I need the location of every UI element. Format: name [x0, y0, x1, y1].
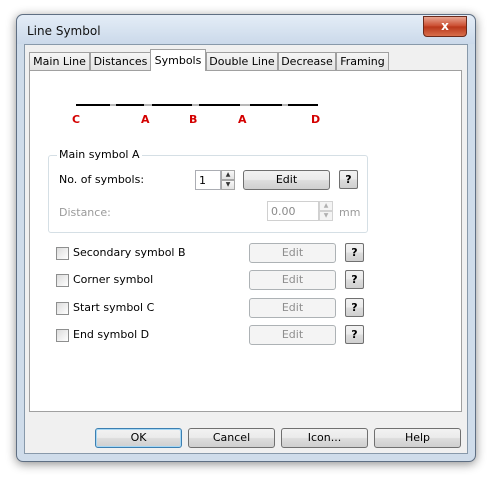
tab-main-line[interactable]: Main Line — [29, 52, 90, 70]
spin-down-arrow-icon[interactable]: ▼ — [319, 211, 333, 221]
diagram-label-a: A — [238, 113, 247, 126]
diagram-label-c: C — [72, 113, 81, 126]
secondary-symbol-checkbox[interactable] — [56, 247, 69, 260]
dialog-client-area: Main Line Distances Symbols Double Line … — [24, 44, 468, 454]
tab-distances[interactable]: Distances — [90, 52, 151, 70]
corner-symbol-edit-button[interactable]: Edit — [249, 270, 336, 290]
tab-double-line[interactable]: Double Line — [206, 52, 278, 70]
symbols-tab-panel: C A B A D Main symbol A No. of symbols: … — [29, 70, 462, 412]
cancel-button[interactable]: Cancel — [188, 428, 275, 448]
symbol-count-input[interactable] — [196, 171, 220, 189]
distance-field[interactable]: ▲ ▼ — [267, 201, 333, 221]
tab-decrease[interactable]: Decrease — [278, 52, 336, 70]
end-symbol-label: End symbol D — [73, 328, 150, 341]
secondary-symbol-edit-button[interactable]: Edit — [249, 243, 336, 263]
symbol-count-spinner[interactable]: ▲ ▼ — [221, 170, 235, 190]
main-symbol-edit-button[interactable]: Edit — [243, 170, 330, 190]
start-symbol-help-button[interactable]: ? — [345, 298, 364, 317]
window-title: Line Symbol — [27, 24, 101, 38]
main-symbol-help-button[interactable]: ? — [339, 170, 358, 189]
help-button[interactable]: Help — [374, 428, 461, 448]
start-symbol-label: Start symbol C — [73, 301, 155, 314]
group-title: Main symbol A — [57, 148, 142, 161]
line-symbol-dialog: Line Symbol x Main Line Distances Symbol… — [16, 14, 476, 462]
tab-framing[interactable]: Framing — [336, 52, 389, 70]
start-symbol-checkbox[interactable] — [56, 302, 69, 315]
spin-up-arrow-icon[interactable]: ▲ — [319, 201, 333, 211]
secondary-symbol-help-button[interactable]: ? — [345, 243, 364, 262]
close-button[interactable]: x — [423, 16, 467, 37]
symbol-count-field[interactable]: ▲ ▼ — [195, 170, 235, 190]
corner-symbol-label: Corner symbol — [73, 273, 154, 286]
title-bar[interactable]: Line Symbol x — [17, 15, 475, 44]
spin-up-arrow-icon[interactable]: ▲ — [221, 170, 235, 180]
ok-button[interactable]: OK — [95, 428, 182, 448]
corner-symbol-help-button[interactable]: ? — [345, 270, 364, 289]
diagram-label-a: A — [141, 113, 150, 126]
end-symbol-help-button[interactable]: ? — [345, 325, 364, 344]
distance-input[interactable] — [268, 202, 318, 220]
end-symbol-checkbox[interactable] — [56, 329, 69, 342]
close-icon: x — [441, 19, 449, 33]
start-symbol-edit-button[interactable]: Edit — [249, 298, 336, 318]
distance-unit-label: mm — [339, 206, 361, 219]
corner-symbol-checkbox[interactable] — [56, 274, 69, 287]
secondary-symbol-label: Secondary symbol B — [73, 246, 186, 259]
distance-spinner[interactable]: ▲ ▼ — [319, 201, 333, 221]
tab-symbols[interactable]: Symbols — [150, 49, 206, 71]
diagram-label-d: D — [311, 113, 321, 126]
icon-button[interactable]: Icon... — [281, 428, 368, 448]
end-symbol-edit-button[interactable]: Edit — [249, 325, 336, 345]
distance-label: Distance: — [59, 206, 111, 219]
diagram-label-b: B — [189, 113, 198, 126]
main-symbol-group: Main symbol A No. of symbols: ▲ ▼ Edit ?… — [48, 148, 368, 233]
symbol-count-label: No. of symbols: — [59, 173, 145, 186]
spin-down-arrow-icon[interactable]: ▼ — [221, 180, 235, 190]
